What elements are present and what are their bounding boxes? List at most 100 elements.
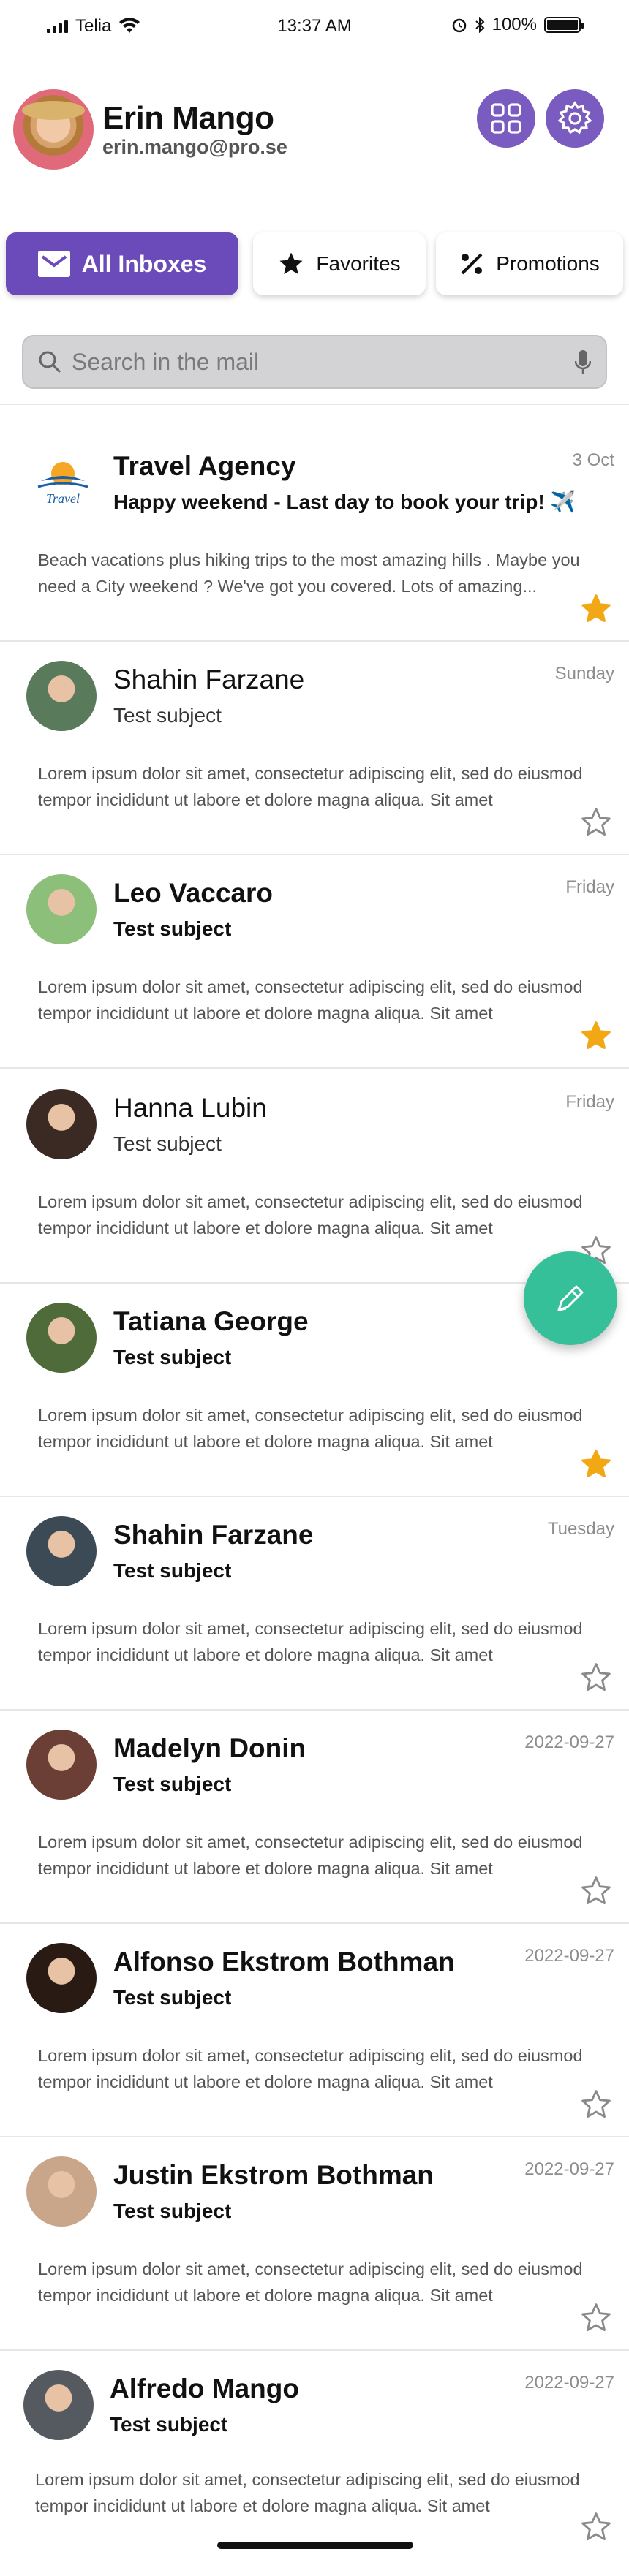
- mail-date: Tuesday: [547, 1519, 614, 1539]
- mail-row[interactable]: Travel Travel Agency Happy weekend - Last …: [0, 428, 629, 642]
- avatar: [23, 2370, 94, 2440]
- mail-row[interactable]: Alfonso Ekstrom Bothman Test subject 2022-…: [0, 1924, 629, 2137]
- mail-preview: Lorem ipsum dolor sit amet, consectetur …: [38, 1833, 583, 1878]
- mail-sender: Shahin Farzane: [113, 664, 305, 694]
- mail-preview: Beach vacations plus hiking trips to the…: [38, 550, 580, 596]
- star-icon[interactable]: [581, 807, 611, 838]
- mail-subject: Test subject: [113, 1773, 232, 1795]
- status-right: 100%: [451, 15, 584, 35]
- mail-sender: Alfredo Mango: [110, 2374, 299, 2403]
- avatar: [26, 661, 97, 731]
- star-icon[interactable]: [581, 1876, 611, 1906]
- gear-icon: [557, 101, 592, 135]
- microphone-icon[interactable]: [575, 349, 591, 375]
- mail-sender: Shahin Farzane: [113, 1520, 314, 1550]
- battery-icon: [544, 17, 584, 33]
- mail-preview: Lorem ipsum dolor sit amet, consectetur …: [38, 977, 583, 1023]
- avatar[interactable]: [13, 89, 94, 170]
- mail-date: 2022-09-27: [524, 1732, 614, 1752]
- star-icon: [279, 252, 303, 275]
- mail-preview: Lorem ipsum dolor sit amet, consectetur …: [38, 764, 583, 809]
- mail-date: Friday: [565, 1092, 614, 1112]
- mail-subject: Test subject: [113, 1986, 232, 2009]
- pencil-icon: [557, 1285, 584, 1311]
- mail-preview: Lorem ipsum dolor sit amet, consectetur …: [35, 2470, 580, 2515]
- star-icon[interactable]: [581, 2303, 611, 2333]
- mail-subject: Test subject: [113, 704, 222, 727]
- grid-button[interactable]: [477, 89, 535, 148]
- tab-all-inboxes[interactable]: All Inboxes: [6, 232, 238, 295]
- mail-row[interactable]: Madelyn Donin Test subject 2022-09-27 Lorem…: [0, 1711, 629, 1924]
- mail-date: 2022-09-27: [524, 2373, 614, 2393]
- mail-date: Sunday: [554, 664, 614, 683]
- tab-favorites[interactable]: Favorites: [253, 232, 426, 295]
- mail-preview: Lorem ipsum dolor sit amet, consectetur …: [38, 1192, 583, 1238]
- star-icon[interactable]: [581, 594, 611, 624]
- tab-promotions[interactable]: Promotions: [436, 232, 623, 295]
- search-bar: [22, 335, 607, 389]
- svg-text:Travel: Travel: [46, 491, 80, 506]
- mail-sender: Alfonso Ekstrom Bothman: [113, 1947, 455, 1977]
- mail-row[interactable]: Leo Vaccaro Test subject Friday Lorem ipsum…: [0, 855, 629, 1069]
- star-icon[interactable]: [581, 1662, 611, 1693]
- profile-text: Erin Mango erin.mango@pro.se: [102, 100, 287, 159]
- avatar: [26, 1730, 97, 1800]
- mail-date: 2022-09-27: [524, 1946, 614, 1966]
- battery-label: 100%: [491, 15, 537, 34]
- grid-icon: [491, 103, 521, 134]
- mail-subject: Test subject: [110, 2413, 228, 2436]
- tab-label: Favorites: [316, 252, 401, 275]
- mail-sender: Travel Agency: [113, 451, 296, 481]
- avatar: [26, 1089, 97, 1159]
- avatar: [26, 2156, 97, 2227]
- tab-label: Promotions: [496, 252, 600, 275]
- profile-email: erin.mango@pro.se: [102, 136, 287, 158]
- mail-date: Friday: [565, 877, 614, 897]
- avatar: [26, 874, 97, 944]
- settings-button[interactable]: [546, 89, 604, 148]
- mail-subject: Happy weekend - Last day to book your tr…: [113, 490, 576, 513]
- percent-icon: [461, 253, 483, 275]
- mail-subject: Test subject: [113, 1346, 232, 1368]
- mail-row[interactable]: Alfredo Mango Test subject 2022-09-27 Lorem…: [0, 2351, 629, 2564]
- profile-name: Erin Mango: [102, 100, 274, 136]
- avatar: [26, 1516, 97, 1586]
- mail-icon: [37, 251, 70, 277]
- battery-fill: [547, 20, 578, 30]
- mail-row[interactable]: Justin Ekstrom Bothman Test subject 2022-0…: [0, 2137, 629, 2351]
- divider: [0, 404, 629, 405]
- home-indicator[interactable]: [217, 2542, 413, 2549]
- compose-button[interactable]: [524, 1251, 617, 1345]
- mail-subject: Test subject: [113, 917, 232, 940]
- star-icon[interactable]: [581, 1449, 611, 1480]
- status-bar: Telia 13:37 AM 100%: [0, 0, 629, 54]
- mail-sender: Tatiana George: [113, 1306, 309, 1336]
- mail-row[interactable]: Shahin Farzane Test subject Sunday Lorem ip…: [0, 642, 629, 855]
- mail-date: 3 Oct: [572, 450, 614, 470]
- mail-subject: Test subject: [113, 1559, 232, 1582]
- mail-preview: Lorem ipsum dolor sit amet, consectetur …: [38, 2259, 583, 2305]
- search-input[interactable]: [72, 348, 575, 376]
- mail-subject: Test subject: [113, 1132, 222, 1155]
- tab-label: All Inboxes: [81, 250, 207, 277]
- alarm-icon: [452, 18, 466, 33]
- travel-logo-icon: Travel: [29, 447, 97, 515]
- search-icon: [39, 351, 61, 374]
- mail-row[interactable]: Shahin Farzane Test subject Tuesday Lorem i…: [0, 1497, 629, 1711]
- star-icon[interactable]: [581, 2089, 611, 2120]
- mail-sender: Hanna Lubin: [113, 1093, 267, 1123]
- mail-date: 2022-09-27: [524, 2159, 614, 2179]
- mail-row[interactable]: Hanna Lubin Test subject Friday Lorem ipsum…: [0, 1070, 629, 1284]
- profile-header: Erin Mango erin.mango@pro.se: [13, 89, 287, 170]
- mail-sender: Madelyn Donin: [113, 1733, 306, 1763]
- mail-preview: Lorem ipsum dolor sit amet, consectetur …: [38, 1619, 583, 1664]
- star-icon[interactable]: [581, 2512, 611, 2542]
- avatar: [26, 1303, 97, 1373]
- bluetooth-icon: [475, 17, 485, 33]
- star-icon[interactable]: [581, 1020, 611, 1051]
- mail-sender: Leo Vaccaro: [113, 878, 274, 908]
- mail-subject: Test subject: [113, 2200, 232, 2222]
- inbox-tabs: All Inboxes Favorites Promotions: [6, 232, 623, 295]
- avatar: [26, 1943, 97, 2013]
- mail-sender: Justin Ekstrom Bothman: [113, 2160, 434, 2190]
